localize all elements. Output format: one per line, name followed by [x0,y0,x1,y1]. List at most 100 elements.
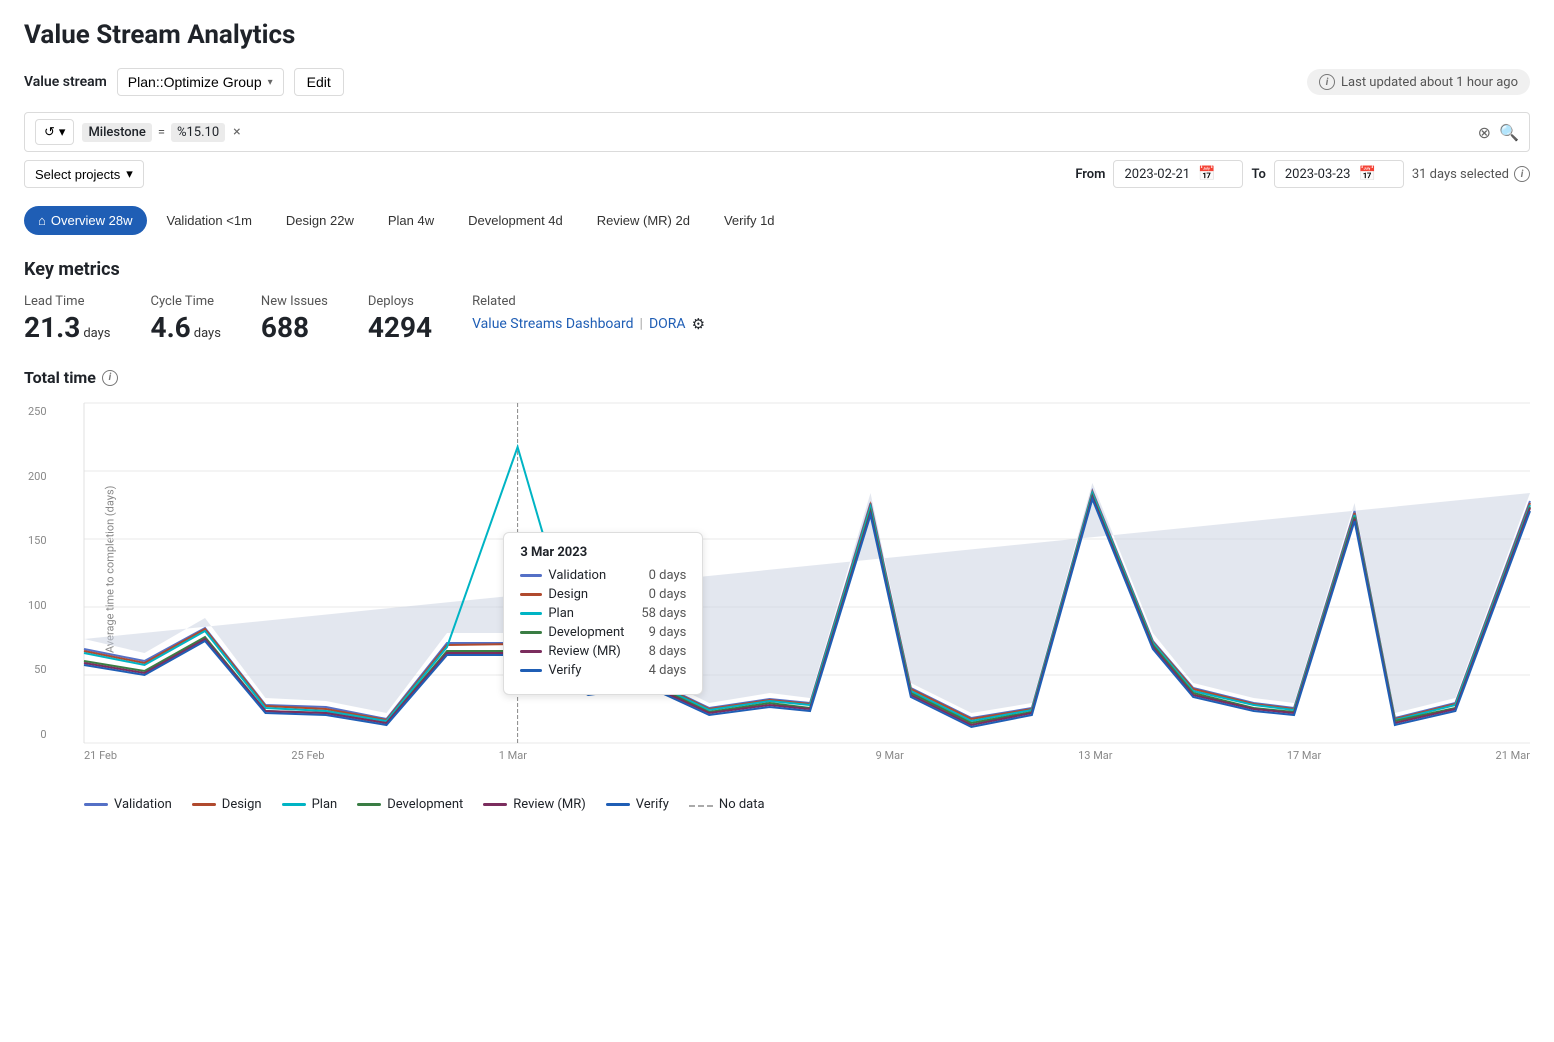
tooltip-legend-value: 9 days [649,625,687,640]
metric-unit: days [83,326,110,341]
x-label-1mar: 1 Mar [499,749,527,762]
stage-label-verify: Verify 1d [724,213,775,228]
legend-label: Plan [312,797,338,812]
history-button[interactable]: ↺ ▾ [35,119,74,145]
metric-item-lead-time: Lead Time 21.3days [24,294,111,344]
tooltip-row: Plan 58 days [520,606,686,621]
stage-button-design[interactable]: Design 22w [272,206,368,235]
filter-milestone-label: Milestone [82,123,151,142]
tooltip-row: Design 0 days [520,587,686,602]
tooltip-legend-color [520,574,542,577]
legend-item-verify: Verify [606,797,669,812]
stage-label-overview: Overview 28w [51,213,133,228]
last-updated-text: Last updated about 1 hour ago [1341,75,1518,90]
legend-line [357,803,381,806]
value-streams-dashboard-link[interactable]: Value Streams Dashboard [472,316,633,332]
stage-button-overview[interactable]: ⌂Overview 28w [24,206,147,235]
tooltip-date: 3 Mar 2023 [520,545,686,560]
value-stream-dropdown[interactable]: Plan::Optimize Group ▾ [117,68,284,96]
stage-button-plan[interactable]: Plan 4w [374,206,448,235]
tooltip-legend-color [520,612,542,615]
y-label-150: 150 [28,534,47,547]
metric-label: Cycle Time [151,294,221,309]
filter-tag: Milestone = %15.10 × [82,123,240,142]
legend-line [192,803,216,806]
stage-button-verify[interactable]: Verify 1d [710,206,789,235]
y-label-250: 250 [28,405,47,418]
stage-button-development[interactable]: Development 4d [454,206,577,235]
tooltip-legend-label: Validation [548,568,606,583]
info-icon: i [1319,74,1335,90]
metric-item-cycle-time: Cycle Time 4.6days [151,294,221,344]
x-label-21mar: 21 Mar [1496,749,1530,762]
tooltip-legend-label: Plan [548,606,574,621]
tooltip-legend-value: 0 days [649,587,687,602]
metric-value: 4.6days [151,311,221,344]
dora-icon: ⚙ [692,315,705,333]
select-projects-button[interactable]: Select projects ▾ [24,160,144,188]
total-time-title: Total time [24,368,96,387]
filter-value: %15.10 [171,123,225,142]
tooltip-legend-label: Development [548,625,624,640]
chevron-down-icon: ▾ [268,77,273,88]
stage-button-review[interactable]: Review (MR) 2d [583,206,704,235]
legend-label: Development [387,797,463,812]
calendar-icon-from: 📅 [1198,166,1215,182]
from-date-input[interactable]: 2023-02-21 📅 [1113,160,1243,188]
select-projects-chevron-icon: ▾ [126,166,133,182]
legend-label: No data [719,797,765,812]
legend-label: Review (MR) [513,797,586,812]
total-time-info-icon: i [102,370,118,386]
tooltip-legend-value: 8 days [649,644,687,659]
y-label-0: 0 [40,728,46,741]
select-projects-label: Select projects [35,167,120,182]
y-label-200: 200 [28,470,47,483]
metric-item-new-issues: New Issues 688 [261,294,328,344]
calendar-icon-to: 📅 [1358,166,1375,182]
from-date-value: 2023-02-21 [1124,167,1190,182]
tooltip-row: Validation 0 days [520,568,686,583]
filter-remove-button[interactable]: × [233,124,240,140]
legend-item-plan: Plan [282,797,338,812]
legend-row: Validation Design Plan Development Revie… [84,797,1530,812]
tooltip-row: Development 9 days [520,625,686,640]
legend-line [483,803,507,806]
legend-line [84,803,108,806]
dora-link[interactable]: DORA [649,316,686,332]
legend-line-dashed [689,805,713,807]
filter-search-button[interactable]: 🔍 [1499,123,1519,142]
value-stream-label: Value stream [24,74,107,90]
tooltip-row: Verify 4 days [520,663,686,678]
edit-button[interactable]: Edit [294,68,344,96]
tooltip-legend-color [520,593,542,596]
legend-item-development: Development [357,797,463,812]
chart-container: Average time to completion (days) 250 20… [24,403,1530,783]
x-label-17mar: 17 Mar [1287,749,1321,762]
chart-svg [84,403,1530,743]
to-date-input[interactable]: 2023-03-23 📅 [1274,160,1404,188]
stage-button-validation[interactable]: Validation <1m [153,206,266,235]
tooltip-legend-item: Review (MR) [520,644,621,659]
tooltip-legend-item: Development [520,625,624,640]
tooltip-rows: Validation 0 days Design 0 days Plan 58 … [520,568,686,678]
tooltip-legend-value: 58 days [641,606,686,621]
related-links: Value Streams Dashboard | DORA ⚙ [472,315,705,333]
metric-label: New Issues [261,294,328,309]
days-selected-text: 31 days selected [1412,167,1509,182]
y-label-50: 50 [34,663,46,676]
link-separator: | [640,316,643,332]
legend-line [606,803,630,806]
tooltip-legend-color [520,631,542,634]
tooltip-box: 3 Mar 2023 Validation 0 days Design 0 da… [503,532,703,695]
legend-label: Validation [114,797,172,812]
stage-label-review: Review (MR) 2d [597,213,690,228]
filter-clear-button[interactable]: ⊗ [1478,123,1491,142]
metric-related: Related Value Streams Dashboard | DORA ⚙ [472,294,705,344]
tooltip-legend-value: 0 days [649,568,687,583]
tooltip-legend-label: Review (MR) [548,644,621,659]
value-stream-dropdown-label: Plan::Optimize Group [128,74,262,90]
header-left: Value stream Plan::Optimize Group ▾ Edit [24,68,344,96]
days-info-icon: i [1514,166,1530,182]
tooltip-row: Review (MR) 8 days [520,644,686,659]
from-label: From [1075,167,1105,182]
